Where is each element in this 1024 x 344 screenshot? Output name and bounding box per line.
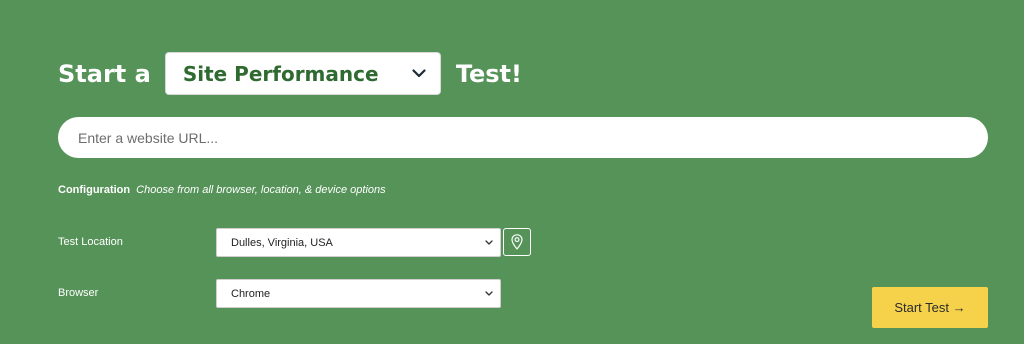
chevron-down-icon (485, 291, 493, 296)
configuration-hint: Choose from all browser, location, & dev… (136, 184, 386, 196)
test-type-selected-label: Site Performance (182, 61, 379, 86)
url-input[interactable] (58, 117, 988, 158)
chevron-down-icon (485, 240, 493, 245)
browser-label: Browser (58, 287, 99, 299)
test-type-select[interactable]: Site Performance (164, 52, 441, 95)
test-location-value: Dulles, Virginia, USA (231, 236, 333, 249)
configuration-label: Configuration (58, 184, 131, 196)
configuration-line: Configuration Choose from all browser, l… (58, 184, 386, 196)
start-test-button[interactable]: Start Test → (872, 287, 988, 328)
browser-select[interactable]: Chrome (216, 279, 501, 308)
chevron-down-icon (412, 69, 426, 78)
title-suffix: Test! (455, 59, 522, 88)
title-row: Start a Site Performance Test! (58, 52, 522, 95)
title-prefix: Start a (58, 59, 151, 88)
map-pin-icon (511, 234, 523, 250)
test-location-label: Test Location (58, 236, 123, 248)
location-map-button[interactable] (503, 228, 531, 256)
browser-value: Chrome (231, 287, 271, 300)
test-location-select[interactable]: Dulles, Virginia, USA (216, 228, 501, 257)
